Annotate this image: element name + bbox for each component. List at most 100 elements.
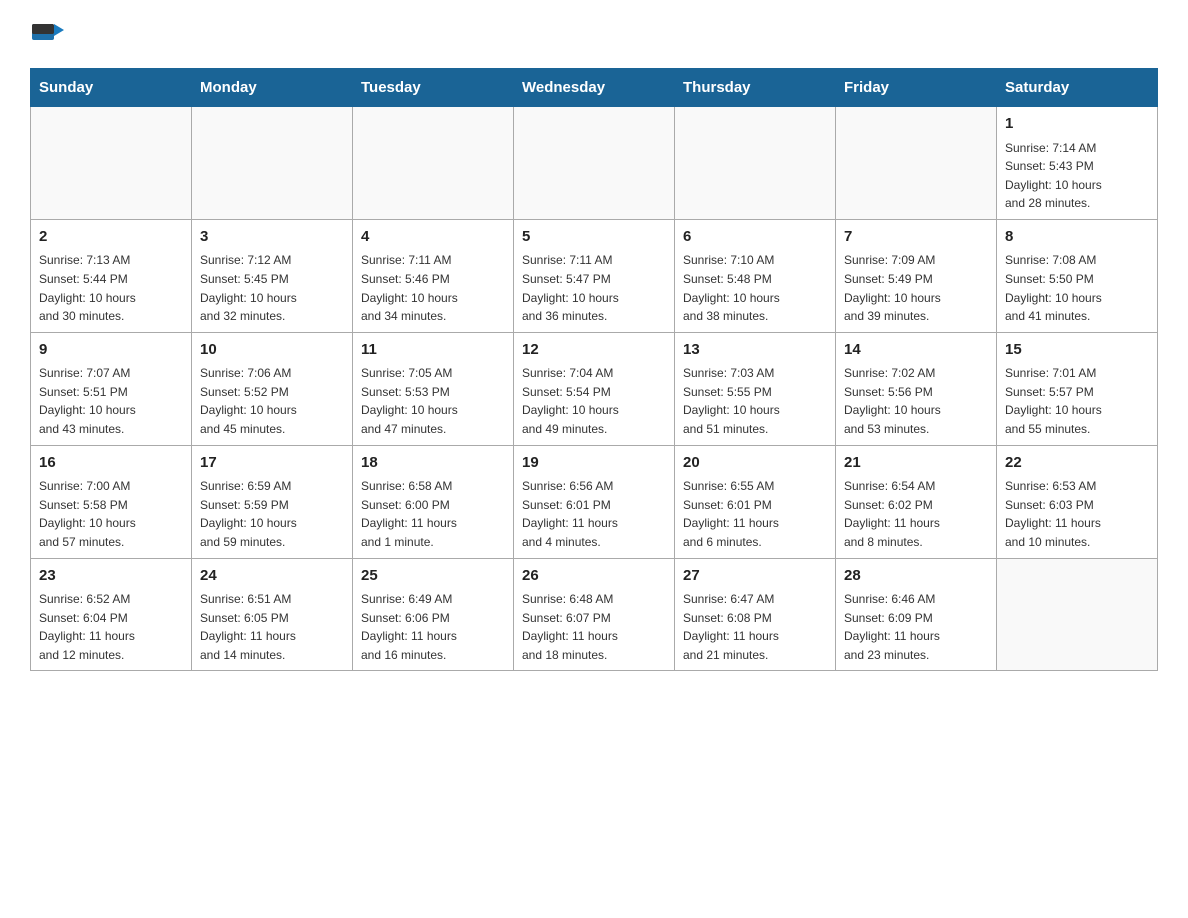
calendar-cell: 27Sunrise: 6:47 AM Sunset: 6:08 PM Dayli… (675, 558, 836, 671)
calendar-cell: 23Sunrise: 6:52 AM Sunset: 6:04 PM Dayli… (31, 558, 192, 671)
day-info: Sunrise: 7:07 AM Sunset: 5:51 PM Dayligh… (39, 364, 183, 438)
day-number: 23 (39, 565, 183, 588)
day-number: 25 (361, 565, 505, 588)
day-info: Sunrise: 6:52 AM Sunset: 6:04 PM Dayligh… (39, 590, 183, 664)
day-info: Sunrise: 7:01 AM Sunset: 5:57 PM Dayligh… (1005, 364, 1149, 438)
day-info: Sunrise: 6:58 AM Sunset: 6:00 PM Dayligh… (361, 477, 505, 551)
calendar-day-header: Sunday (31, 69, 192, 107)
calendar-cell: 9Sunrise: 7:07 AM Sunset: 5:51 PM Daylig… (31, 332, 192, 445)
day-number: 11 (361, 339, 505, 362)
calendar-cell (514, 107, 675, 220)
day-info: Sunrise: 7:11 AM Sunset: 5:46 PM Dayligh… (361, 251, 505, 325)
calendar-cell: 18Sunrise: 6:58 AM Sunset: 6:00 PM Dayli… (353, 445, 514, 558)
calendar-day-header: Thursday (675, 69, 836, 107)
calendar-cell: 25Sunrise: 6:49 AM Sunset: 6:06 PM Dayli… (353, 558, 514, 671)
day-info: Sunrise: 7:13 AM Sunset: 5:44 PM Dayligh… (39, 251, 183, 325)
calendar-week-row: 16Sunrise: 7:00 AM Sunset: 5:58 PM Dayli… (31, 445, 1158, 558)
day-number: 2 (39, 226, 183, 249)
day-number: 19 (522, 452, 666, 475)
calendar-cell: 1 Sunrise: 7:14 AM Sunset: 5:43 PM Daylig… (997, 107, 1158, 220)
calendar-day-header: Wednesday (514, 69, 675, 107)
day-info: Sunrise: 7:12 AM Sunset: 5:45 PM Dayligh… (200, 251, 344, 325)
day-info: Sunrise: 6:54 AM Sunset: 6:02 PM Dayligh… (844, 477, 988, 551)
calendar-cell: 10Sunrise: 7:06 AM Sunset: 5:52 PM Dayli… (192, 332, 353, 445)
day-number: 21 (844, 452, 988, 475)
day-number: 28 (844, 565, 988, 588)
day-info: Sunrise: 7:08 AM Sunset: 5:50 PM Dayligh… (1005, 251, 1149, 325)
day-info: Sunrise: 7:10 AM Sunset: 5:48 PM Dayligh… (683, 251, 827, 325)
day-info: Sunrise: 6:59 AM Sunset: 5:59 PM Dayligh… (200, 477, 344, 551)
calendar-cell (997, 558, 1158, 671)
day-number: 17 (200, 452, 344, 475)
calendar-header-row: SundayMondayTuesdayWednesdayThursdayFrid… (31, 69, 1158, 107)
day-number: 8 (1005, 226, 1149, 249)
day-number: 5 (522, 226, 666, 249)
calendar-cell: 17Sunrise: 6:59 AM Sunset: 5:59 PM Dayli… (192, 445, 353, 558)
day-info: Sunrise: 7:11 AM Sunset: 5:47 PM Dayligh… (522, 251, 666, 325)
calendar-cell: 26Sunrise: 6:48 AM Sunset: 6:07 PM Dayli… (514, 558, 675, 671)
day-number: 6 (683, 226, 827, 249)
calendar-week-row: 2Sunrise: 7:13 AM Sunset: 5:44 PM Daylig… (31, 219, 1158, 332)
calendar-cell: 22Sunrise: 6:53 AM Sunset: 6:03 PM Dayli… (997, 445, 1158, 558)
calendar-table: SundayMondayTuesdayWednesdayThursdayFrid… (30, 68, 1158, 671)
day-info: Sunrise: 6:48 AM Sunset: 6:07 PM Dayligh… (522, 590, 666, 664)
day-number: 26 (522, 565, 666, 588)
day-number: 9 (39, 339, 183, 362)
day-number: 12 (522, 339, 666, 362)
calendar-day-header: Saturday (997, 69, 1158, 107)
calendar-cell: 6Sunrise: 7:10 AM Sunset: 5:48 PM Daylig… (675, 219, 836, 332)
calendar-cell: 20Sunrise: 6:55 AM Sunset: 6:01 PM Dayli… (675, 445, 836, 558)
calendar-week-row: 1 Sunrise: 7:14 AM Sunset: 5:43 PM Daylig… (31, 107, 1158, 220)
calendar-cell (353, 107, 514, 220)
calendar-cell (192, 107, 353, 220)
calendar-cell: 12Sunrise: 7:04 AM Sunset: 5:54 PM Dayli… (514, 332, 675, 445)
calendar-cell: 8Sunrise: 7:08 AM Sunset: 5:50 PM Daylig… (997, 219, 1158, 332)
calendar-week-row: 23Sunrise: 6:52 AM Sunset: 6:04 PM Dayli… (31, 558, 1158, 671)
logo (30, 20, 72, 58)
calendar-cell: 13Sunrise: 7:03 AM Sunset: 5:55 PM Dayli… (675, 332, 836, 445)
calendar-cell: 11Sunrise: 7:05 AM Sunset: 5:53 PM Dayli… (353, 332, 514, 445)
day-info: Sunrise: 7:00 AM Sunset: 5:58 PM Dayligh… (39, 477, 183, 551)
calendar-cell: 2Sunrise: 7:13 AM Sunset: 5:44 PM Daylig… (31, 219, 192, 332)
calendar-cell: 24Sunrise: 6:51 AM Sunset: 6:05 PM Dayli… (192, 558, 353, 671)
day-info: Sunrise: 6:49 AM Sunset: 6:06 PM Dayligh… (361, 590, 505, 664)
calendar-day-header: Friday (836, 69, 997, 107)
day-number: 16 (39, 452, 183, 475)
day-info: Sunrise: 6:51 AM Sunset: 6:05 PM Dayligh… (200, 590, 344, 664)
day-number: 13 (683, 339, 827, 362)
day-info: Sunrise: 7:14 AM Sunset: 5:43 PM Dayligh… (1005, 139, 1149, 213)
day-info: Sunrise: 7:09 AM Sunset: 5:49 PM Dayligh… (844, 251, 988, 325)
day-number: 15 (1005, 339, 1149, 362)
day-info: Sunrise: 6:53 AM Sunset: 6:03 PM Dayligh… (1005, 477, 1149, 551)
calendar-week-row: 9Sunrise: 7:07 AM Sunset: 5:51 PM Daylig… (31, 332, 1158, 445)
day-info: Sunrise: 7:03 AM Sunset: 5:55 PM Dayligh… (683, 364, 827, 438)
day-info: Sunrise: 6:46 AM Sunset: 6:09 PM Dayligh… (844, 590, 988, 664)
calendar-cell: 21Sunrise: 6:54 AM Sunset: 6:02 PM Dayli… (836, 445, 997, 558)
day-number: 27 (683, 565, 827, 588)
day-number: 3 (200, 226, 344, 249)
day-info: Sunrise: 6:55 AM Sunset: 6:01 PM Dayligh… (683, 477, 827, 551)
calendar-cell: 7Sunrise: 7:09 AM Sunset: 5:49 PM Daylig… (836, 219, 997, 332)
calendar-cell: 5Sunrise: 7:11 AM Sunset: 5:47 PM Daylig… (514, 219, 675, 332)
day-number: 10 (200, 339, 344, 362)
calendar-day-header: Tuesday (353, 69, 514, 107)
calendar-cell: 15Sunrise: 7:01 AM Sunset: 5:57 PM Dayli… (997, 332, 1158, 445)
day-number: 14 (844, 339, 988, 362)
day-info: Sunrise: 7:05 AM Sunset: 5:53 PM Dayligh… (361, 364, 505, 438)
day-info: Sunrise: 7:04 AM Sunset: 5:54 PM Dayligh… (522, 364, 666, 438)
calendar-cell (31, 107, 192, 220)
calendar-day-header: Monday (192, 69, 353, 107)
day-info: Sunrise: 6:56 AM Sunset: 6:01 PM Dayligh… (522, 477, 666, 551)
calendar-cell (675, 107, 836, 220)
day-number: 20 (683, 452, 827, 475)
day-number: 1 (1005, 113, 1149, 136)
calendar-cell: 14Sunrise: 7:02 AM Sunset: 5:56 PM Dayli… (836, 332, 997, 445)
day-info: Sunrise: 7:02 AM Sunset: 5:56 PM Dayligh… (844, 364, 988, 438)
day-number: 24 (200, 565, 344, 588)
day-number: 18 (361, 452, 505, 475)
day-info: Sunrise: 7:06 AM Sunset: 5:52 PM Dayligh… (200, 364, 344, 438)
calendar-cell: 4Sunrise: 7:11 AM Sunset: 5:46 PM Daylig… (353, 219, 514, 332)
day-number: 22 (1005, 452, 1149, 475)
day-number: 7 (844, 226, 988, 249)
calendar-cell: 19Sunrise: 6:56 AM Sunset: 6:01 PM Dayli… (514, 445, 675, 558)
